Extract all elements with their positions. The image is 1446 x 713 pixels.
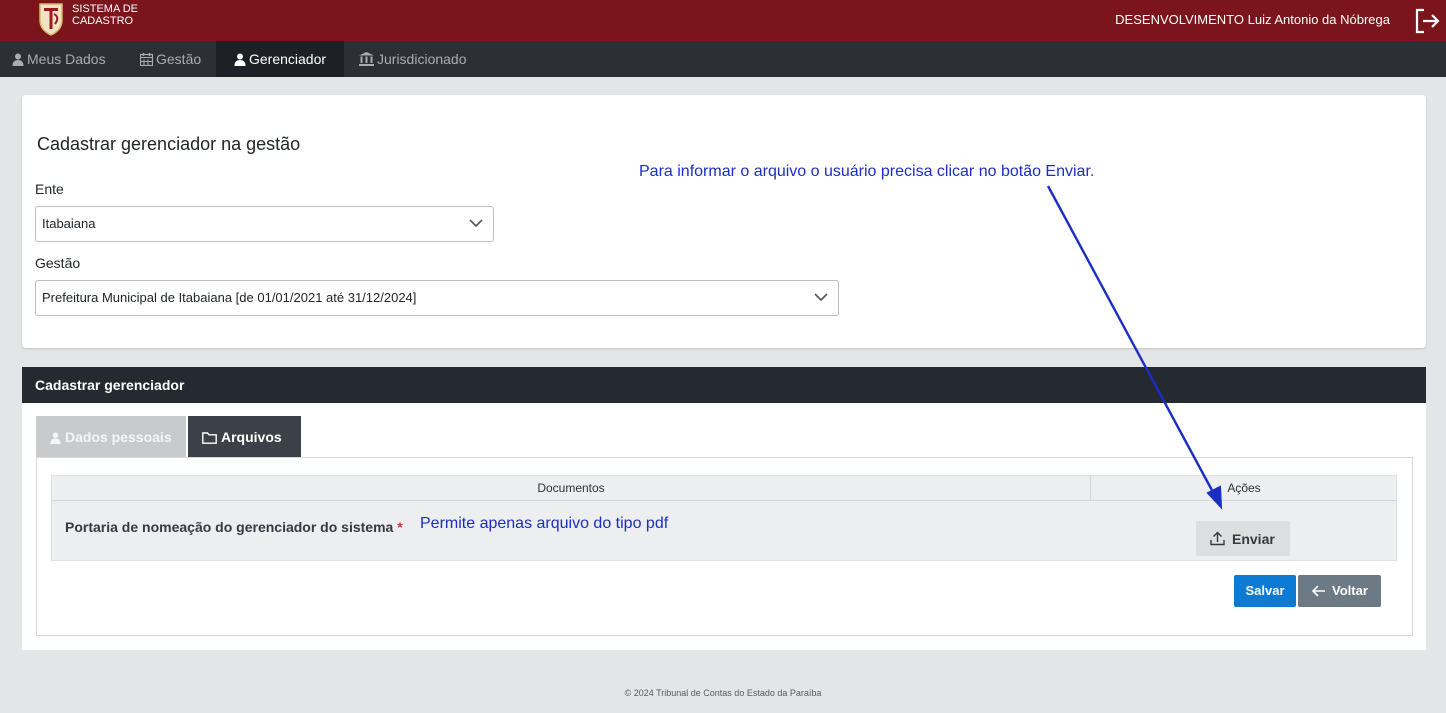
upload-label: Enviar	[1232, 531, 1275, 547]
folder-icon	[202, 432, 217, 444]
brand-line-1: SISTEMA DE	[72, 3, 139, 15]
nav-label: Gestão	[156, 51, 202, 67]
nav-item-jurisdicionado[interactable]: Jurisdicionado	[347, 41, 479, 77]
annotation-enviar-hint: Para informar o arquivo o usuário precis…	[639, 163, 1095, 180]
tab-dados-pessoais[interactable]: Dados pessoais	[36, 416, 186, 457]
arquivos-panel: Documentos Ações Portaria de nomeação do…	[36, 457, 1413, 636]
table-row-label: Portaria de nomeação do gerenciador do s…	[65, 519, 403, 535]
logo-icon	[39, 3, 63, 36]
user-icon	[12, 53, 24, 66]
back-label: Voltar	[1332, 583, 1368, 598]
chevron-down-icon	[814, 293, 828, 302]
save-button[interactable]: Salvar	[1234, 575, 1296, 607]
brand-line-2: CADASTRO	[72, 15, 134, 27]
footer-copyright: © 2024 Tribunal de Contas do Estado da P…	[624, 688, 822, 698]
user-icon	[50, 432, 61, 444]
user-icon	[234, 53, 246, 66]
arrow-left-icon	[1312, 585, 1325, 597]
chevron-down-icon	[469, 219, 483, 228]
col-header-documentos: Documentos	[52, 476, 1091, 501]
upload-icon	[1210, 531, 1225, 546]
page-title: Cadastrar gerenciador na gestão	[37, 134, 301, 154]
calendar-icon	[139, 53, 154, 67]
register-card-title: Cadastrar gerenciador	[22, 367, 1426, 403]
documents-table: Documentos Ações Portaria de nomeação do…	[51, 475, 1397, 561]
col-header-acoes: Ações	[1091, 476, 1397, 501]
main-nav: Meus Dados Gestão Gerenciador Jurisdicio…	[0, 41, 1446, 77]
nav-item-gestao[interactable]: Gestão	[128, 41, 213, 77]
back-button[interactable]: Voltar	[1298, 575, 1381, 607]
bank-icon	[359, 52, 374, 66]
ente-value: Itabaiana	[42, 216, 96, 231]
gestao-label: Gestão	[35, 255, 81, 271]
document-name: Portaria de nomeação do gerenciador do s…	[65, 519, 394, 535]
nav-label: Jurisdicionado	[377, 51, 467, 67]
tab-label: Dados pessoais	[65, 429, 172, 445]
gestao-value: Prefeitura Municipal de Itabaiana [de 01…	[42, 290, 417, 305]
top-bar: SISTEMA DE CADASTRO DESENVOLVIMENTO Luiz…	[0, 0, 1446, 41]
register-card: Cadastrar gerenciador Dados pessoais Arq…	[22, 367, 1426, 650]
upload-button[interactable]: Enviar	[1196, 521, 1290, 556]
ente-label: Ente	[35, 181, 64, 197]
tab-label: Arquivos	[221, 429, 282, 445]
gestao-form-card: Cadastrar gerenciador na gestão Ente Ita…	[22, 95, 1426, 348]
required-marker: *	[397, 519, 403, 535]
nav-label: Gerenciador	[249, 51, 327, 67]
user-name: DESENVOLVIMENTO Luiz Antonio da Nóbrega	[1115, 12, 1390, 27]
ente-select[interactable]: Itabaiana	[35, 206, 494, 242]
nav-item-meus-dados[interactable]: Meus Dados	[0, 41, 118, 77]
nav-label: Meus Dados	[27, 51, 106, 67]
annotation-pdf-hint: Permite apenas arquivo do tipo pdf	[420, 515, 669, 532]
logout-icon[interactable]	[1412, 6, 1442, 36]
nav-item-gerenciador[interactable]: Gerenciador	[216, 41, 344, 77]
gestao-select[interactable]: Prefeitura Municipal de Itabaiana [de 01…	[35, 280, 839, 316]
brand-name: SISTEMA DE CADASTRO	[72, 3, 138, 27]
tab-arquivos[interactable]: Arquivos	[188, 416, 301, 457]
